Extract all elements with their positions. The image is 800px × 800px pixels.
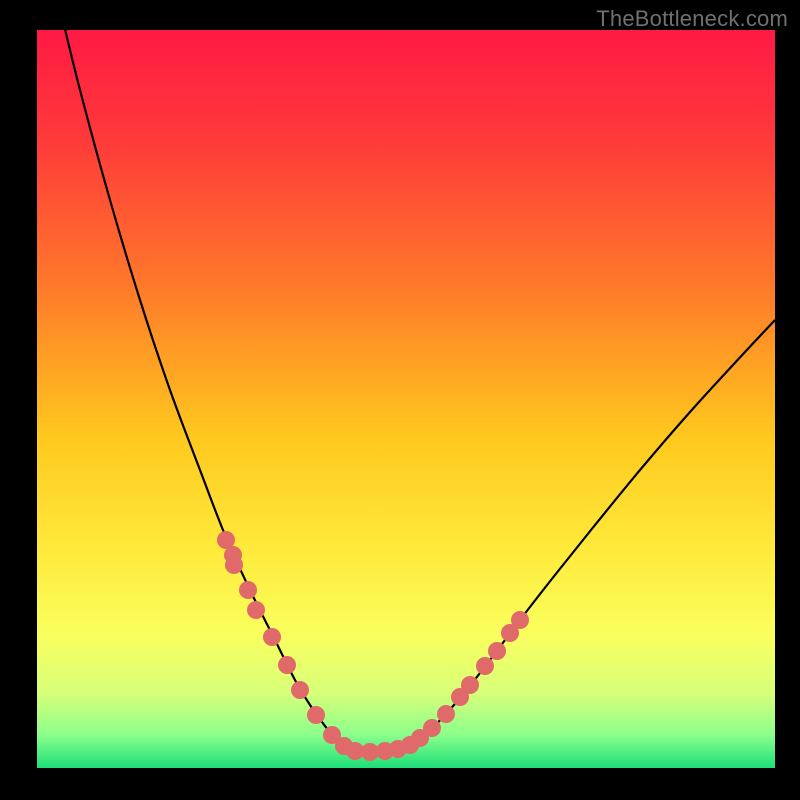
watermark-text: TheBottleneck.com <box>596 6 788 32</box>
curve-dot <box>423 719 441 737</box>
curve-dot <box>461 676 479 694</box>
curve-dot <box>225 556 243 574</box>
curve-dot <box>247 601 265 619</box>
curve-dot <box>476 657 494 675</box>
curve-dot <box>278 656 296 674</box>
curve-dot <box>307 706 325 724</box>
chart-stage: TheBottleneck.com <box>0 0 800 800</box>
curve-dot <box>511 611 529 629</box>
curve-dot <box>263 628 281 646</box>
curve-dot <box>239 581 257 599</box>
curve-dot <box>488 642 506 660</box>
curve-dot <box>437 705 455 723</box>
plot-area <box>37 30 775 768</box>
chart-svg <box>0 0 800 800</box>
curve-dot <box>291 681 309 699</box>
